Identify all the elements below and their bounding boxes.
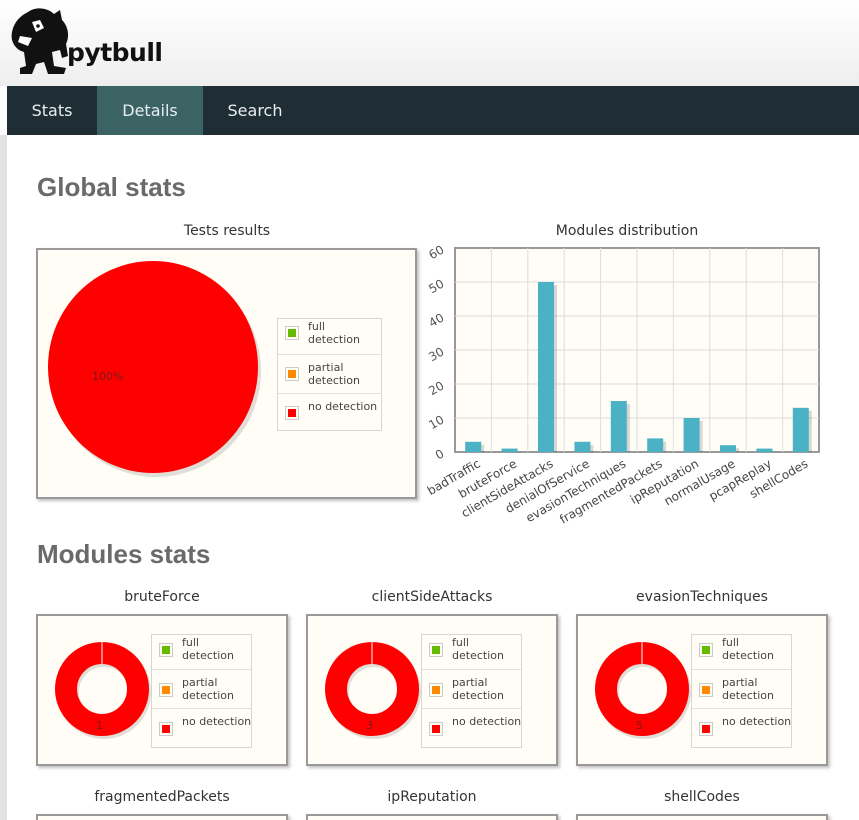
legend-swatch (159, 643, 173, 657)
nav-item-stats[interactable]: Stats (7, 86, 97, 135)
bar-fragmentedPackets (647, 438, 664, 452)
legend-swatch (159, 722, 173, 736)
tests-results-title: Tests results (183, 223, 271, 239)
legend-swatch (159, 683, 173, 697)
y-tick-label: 0 (433, 446, 447, 462)
pitbull-logo-icon (11, 8, 69, 75)
legend-label: partial detection (722, 676, 774, 702)
tests-results-legend: full detection partial detection no dete… (277, 318, 382, 431)
legend-item-no-detection: no detection (692, 708, 791, 748)
modules-stats-title: Modules stats (37, 539, 211, 569)
donut-center-label: 1 (96, 719, 103, 732)
module-legend: full detection partial detection no detect… (421, 634, 522, 748)
bar-normalUsage (720, 445, 736, 452)
legend-swatch (699, 683, 713, 697)
bar-denialOfService (574, 441, 591, 452)
y-tick-label: 10 (426, 412, 446, 432)
module-donut-clientSideAttacks: 3 (325, 642, 421, 739)
module-panel-clientSideAttacks: 3 full detection partial detection no detec… (306, 614, 558, 766)
global-stats-title: Global stats (37, 172, 186, 202)
legend-item-full-detection: full detection (278, 319, 381, 354)
legend-label: full detection (452, 636, 504, 662)
legend-label: no detection (182, 715, 252, 728)
modules-distribution-title: Modules distribution (555, 223, 699, 239)
legend-item-no-detection: no detection (278, 393, 381, 431)
y-tick-label: 60 (426, 242, 446, 262)
logo-text: pytbull (67, 38, 163, 67)
legend-item-partial-detection: partial detection (152, 669, 251, 708)
legend-item-partial-detection: partial detection (422, 669, 521, 708)
module-title-ipReputation: ipReputation (387, 789, 477, 805)
nav-item-details[interactable]: Details (97, 86, 203, 135)
legend-item-partial-detection: partial detection (278, 354, 381, 393)
pie-slice-no-detection (48, 261, 258, 473)
module-title-fragmentedPackets: fragmentedPackets (94, 789, 230, 805)
module-title-evasionTechniques: evasionTechniques (636, 589, 768, 605)
donut-center-label: 3 (366, 719, 373, 732)
module-panel-shellCodes (576, 814, 828, 820)
legend-label: partial detection (452, 676, 504, 702)
y-tick-label: 40 (426, 310, 446, 330)
modules-distribution-chart: 0102030405060badTrafficbruteForceclientS… (425, 242, 820, 527)
main-nav: Stats Details Search (7, 86, 859, 135)
legend-item-no-detection: no detection (152, 708, 251, 748)
header: pytbull (0, 0, 859, 86)
module-legend: full detection partial detection no detect… (151, 634, 252, 748)
module-donut-bruteForce: 1 (55, 642, 151, 739)
nav-item-search[interactable]: Search (203, 86, 307, 135)
legend-item-full-detection: full detection (692, 635, 791, 669)
donut-center-label: 5 (636, 719, 643, 732)
tests-results-pie: 100% (48, 261, 261, 477)
y-tick-label: 30 (426, 344, 446, 364)
legend-swatch (429, 722, 443, 736)
legend-item-full-detection: full detection (152, 635, 251, 669)
pie-slice-label: 100% (92, 370, 123, 383)
left-border (0, 135, 7, 820)
legend-label: full detection (722, 636, 774, 662)
legend-item-partial-detection: partial detection (692, 669, 791, 708)
legend-label: partial detection (182, 676, 234, 702)
bar-clientSideAttacks (538, 282, 554, 452)
module-panel-evasionTechniques: 5 full detection partial detection no detec… (576, 614, 828, 766)
legend-swatch (429, 683, 443, 697)
module-legend: full detection partial detection no detect… (691, 634, 792, 748)
module-title-clientSideAttacks: clientSideAttacks (371, 589, 493, 605)
bar-bruteForce (501, 448, 518, 452)
legend-label: no detection (452, 715, 522, 728)
module-title-bruteForce: bruteForce (124, 589, 200, 605)
legend-label: no detection (722, 715, 792, 728)
module-title-shellCodes: shellCodes (664, 789, 740, 805)
bar-badTraffic (465, 441, 482, 452)
module-panel-ipReputation (306, 814, 558, 820)
bar-evasionTechniques (610, 401, 627, 452)
legend-label: full detection (182, 636, 234, 662)
legend-item-full-detection: full detection (422, 635, 521, 669)
bar-ipReputation (683, 418, 700, 452)
module-panel-bruteForce: 1 full detection partial detection no detec… (36, 614, 288, 766)
bar-pcapReplay (756, 448, 773, 452)
y-tick-label: 20 (426, 378, 446, 398)
module-panel-fragmentedPackets (36, 814, 288, 820)
legend-swatch (429, 643, 443, 657)
bar-shellCodes (792, 407, 809, 452)
module-donut-evasionTechniques: 5 (595, 642, 691, 739)
legend-swatch (699, 643, 713, 657)
legend-swatch (699, 722, 713, 736)
y-tick-label: 50 (426, 276, 446, 296)
tests-results-panel: 100% full detection partial detection no… (36, 248, 417, 499)
legend-item-no-detection: no detection (422, 708, 521, 748)
